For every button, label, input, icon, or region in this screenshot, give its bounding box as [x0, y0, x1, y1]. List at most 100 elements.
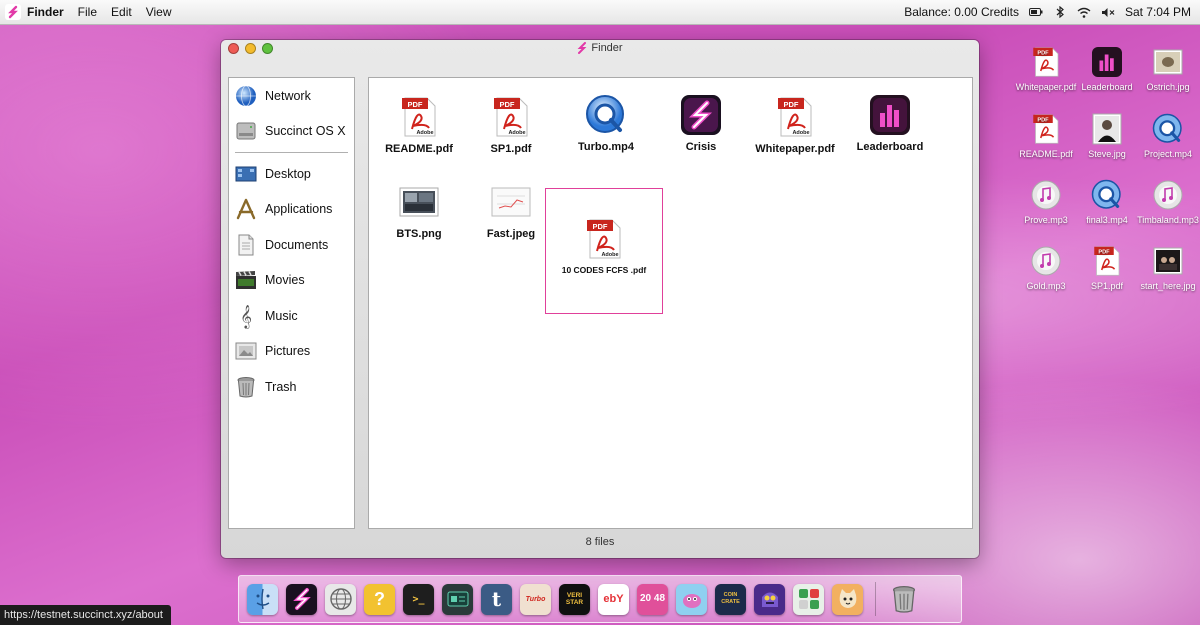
file-name: BTS.png	[396, 228, 442, 240]
pdf-icon: PDF Adobe	[582, 217, 626, 261]
balance-label: Balance: 0.00 Credits	[904, 5, 1019, 19]
pdf-icon: PDF Adobe	[773, 95, 817, 139]
credits-value: 0.00 Credits	[954, 5, 1019, 19]
sidebar-item-music[interactable]: 𝄞 Music	[229, 298, 354, 334]
pdf-icon: PDF Adobe	[489, 95, 533, 139]
finder-icon[interactable]	[247, 583, 278, 615]
menu-file[interactable]: File	[78, 5, 97, 19]
bluetooth-icon[interactable]	[1053, 6, 1067, 18]
sidebar-item-desktop[interactable]: Desktop	[229, 156, 354, 192]
dock: ? >_ t Turbo VERI STAR ebY 20 48 COIN CR…	[238, 575, 962, 623]
globe-icon	[235, 85, 257, 107]
desktop-item[interactable]: Project.mp4	[1132, 112, 1200, 159]
sidebar-item-label: Desktop	[265, 166, 311, 181]
2048-icon[interactable]: 20 48	[637, 583, 668, 615]
quicktime-icon	[584, 93, 628, 137]
wifi-icon[interactable]	[1077, 6, 1091, 18]
file-item[interactable]: PDF Adobe Whitepaper.pdf	[750, 95, 840, 155]
file-item[interactable]: Leaderboard	[845, 93, 935, 153]
desktop-item-label: SP1.pdf	[1090, 281, 1124, 291]
file-item[interactable]: Fast.jpeg	[466, 180, 556, 240]
trash-icon	[235, 376, 257, 398]
file-item[interactable]: PDF Adobe SP1.pdf	[466, 95, 556, 155]
succinct-logo-icon[interactable]	[5, 4, 21, 20]
menu-view[interactable]: View	[146, 5, 172, 19]
svg-text:Adobe: Adobe	[416, 130, 433, 136]
svg-text:PDF: PDF	[784, 100, 799, 109]
applications-icon	[235, 198, 257, 220]
pdf-icon: PDF	[1090, 244, 1124, 278]
image-icon	[489, 180, 533, 224]
svg-text:Adobe: Adobe	[792, 130, 809, 136]
file-name: Leaderboard	[856, 141, 924, 153]
globe-icon[interactable]	[325, 583, 356, 615]
puzzle-icon[interactable]	[793, 583, 824, 615]
window-titlebar[interactable]: Finder	[221, 40, 979, 74]
movies-icon	[235, 269, 257, 291]
pictures-icon	[235, 340, 257, 362]
file-item[interactable]: Crisis	[656, 93, 746, 153]
file-name: README.pdf	[385, 143, 453, 155]
image-icon	[1151, 244, 1185, 278]
menu-clock[interactable]: Sat 7:04 PM	[1125, 5, 1191, 19]
volume-muted-icon[interactable]	[1101, 6, 1115, 18]
sidebar-divider	[235, 152, 348, 153]
desktop-item[interactable]: start_here.jpg	[1132, 244, 1200, 291]
question-icon[interactable]: ?	[364, 583, 395, 615]
ebay-icon[interactable]: ebY	[598, 583, 629, 615]
pdf-icon: PDF	[1029, 112, 1063, 146]
menu-edit[interactable]: Edit	[111, 5, 132, 19]
terminal-icon[interactable]: >_	[403, 583, 434, 615]
file-item[interactable]: BTS.png	[374, 180, 464, 240]
sidebar-item-pictures[interactable]: Pictures	[229, 334, 354, 370]
sidebar-item-network[interactable]: Network	[229, 78, 354, 114]
desktop-item[interactable]: Timbaland.mp3	[1132, 178, 1200, 225]
desktop-item-label: Prove.mp3	[1024, 215, 1068, 225]
succinct-app-icon[interactable]	[286, 583, 317, 615]
menu-app-name[interactable]: Finder	[27, 5, 64, 19]
circuit-icon[interactable]	[442, 583, 473, 615]
sidebar-item-succinct-os[interactable]: Succinct OS X	[229, 114, 354, 150]
hard-drive-icon	[235, 120, 257, 142]
svg-text:Adobe: Adobe	[601, 252, 618, 258]
trash-icon[interactable]	[888, 584, 919, 615]
file-item-selected[interactable]: PDF Adobe 10 CODES FCFS .pdf	[545, 188, 663, 314]
desktop-icon	[235, 163, 257, 185]
desktop-item-label: Steve.jpg	[1088, 149, 1126, 159]
desktop-item-label: Gold.mp3	[1026, 281, 1066, 291]
battery-icon[interactable]	[1028, 6, 1043, 18]
image-icon	[1151, 45, 1185, 79]
sidebar-item-label: Pictures	[265, 344, 311, 359]
cat-icon[interactable]	[832, 583, 863, 615]
itunes-icon	[1151, 178, 1185, 212]
file-name: 10 CODES FCFS .pdf	[561, 265, 647, 275]
turbo-icon[interactable]: Turbo	[520, 583, 551, 615]
desktop-item-label: README.pdf	[1019, 149, 1073, 159]
coin-crate-icon[interactable]: COIN CRATE	[715, 583, 746, 615]
file-item[interactable]: PDF Adobe README.pdf	[374, 95, 464, 155]
file-item[interactable]: Turbo.mp4	[561, 93, 651, 153]
sidebar-item-documents[interactable]: Documents	[229, 227, 354, 263]
tumblr-icon[interactable]: t	[481, 583, 512, 615]
succinct-app-icon	[679, 93, 723, 137]
sidebar-item-movies[interactable]: Movies	[229, 263, 354, 299]
desktop-item-label: start_here.jpg	[1140, 281, 1196, 291]
leaderboard-app-icon	[1090, 45, 1124, 79]
image-icon	[397, 180, 441, 224]
sidebar-item-trash[interactable]: Trash	[229, 369, 354, 405]
pdf-icon: PDF	[1029, 45, 1063, 79]
sidebar-item-applications[interactable]: Applications	[229, 192, 354, 228]
desktop-item-label: Whitepaper.pdf	[1015, 82, 1077, 92]
desktop-item[interactable]: Ostrich.jpg	[1132, 45, 1200, 92]
sidebar-item-label: Music	[265, 308, 298, 323]
desktop-item-label: Leaderboard	[1081, 82, 1133, 92]
monster-icon[interactable]	[754, 583, 785, 615]
document-icon	[235, 234, 257, 256]
svg-text:PDF: PDF	[1037, 51, 1049, 57]
succinct-title-icon	[577, 42, 587, 54]
creature-icon[interactable]	[676, 583, 707, 615]
sidebar-item-label: Movies	[265, 273, 305, 288]
menu-bar: Finder File Edit View Balance: 0.00 Cred…	[0, 0, 1200, 25]
veri-star-icon[interactable]: VERI STAR	[559, 583, 590, 615]
sidebar-item-label: Network	[265, 88, 311, 103]
